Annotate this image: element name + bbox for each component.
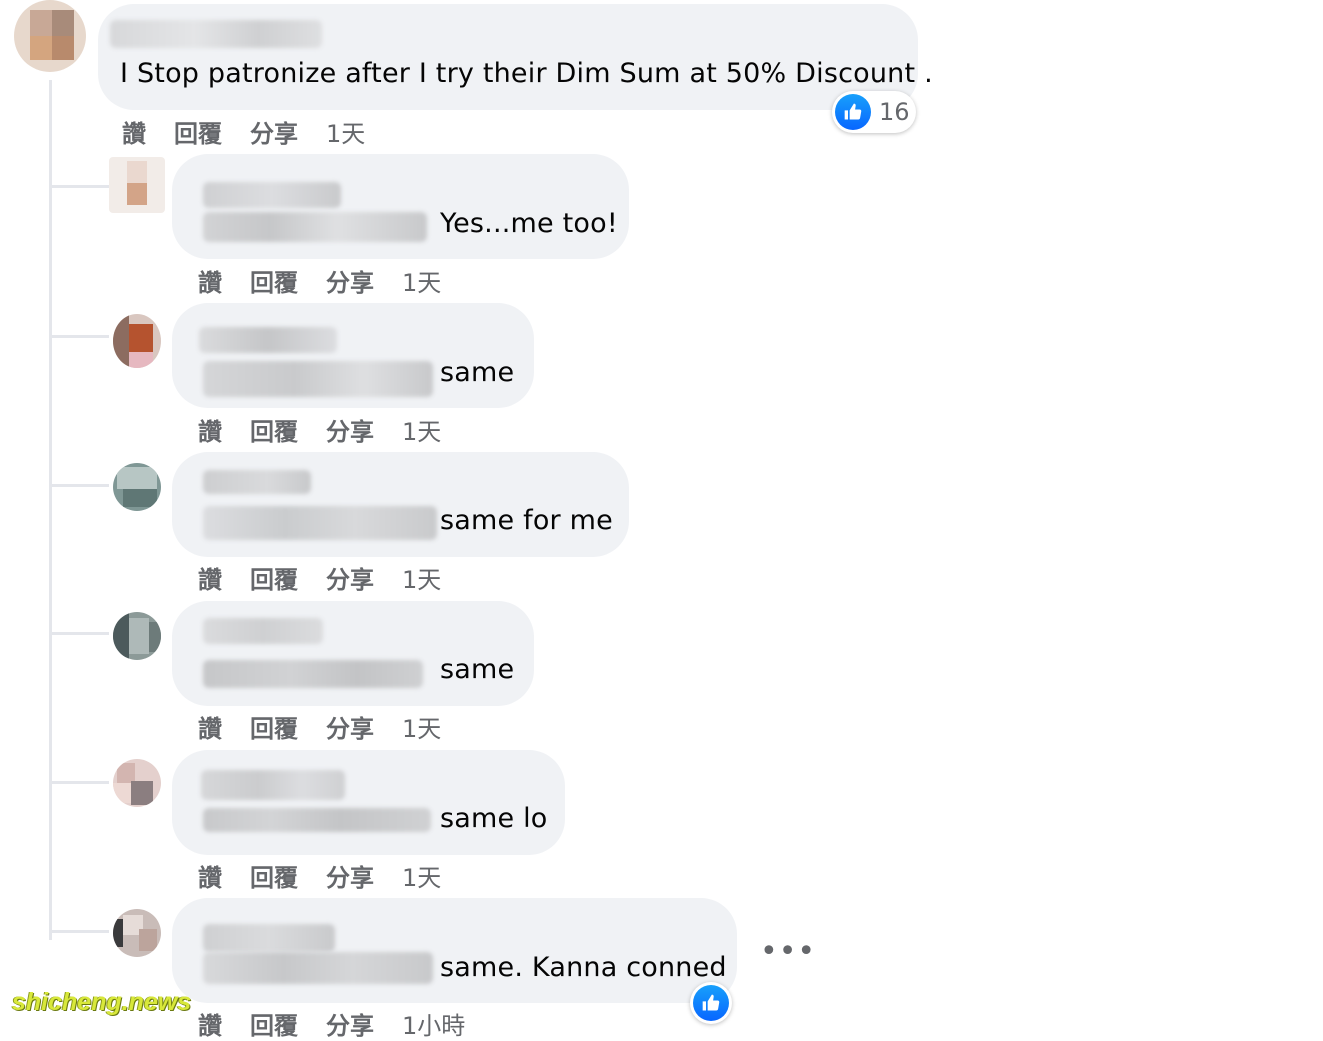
replier-name-redacted[interactable] bbox=[203, 182, 341, 208]
like-button[interactable]: 讚 bbox=[198, 858, 222, 893]
reply-button[interactable]: 回覆 bbox=[250, 412, 298, 447]
like-icon bbox=[835, 94, 871, 130]
reply-actions: 讚 回覆 分享 1天 bbox=[198, 412, 441, 447]
replier-name-redacted[interactable] bbox=[203, 470, 311, 494]
thread-branch bbox=[49, 335, 109, 338]
timestamp[interactable]: 1天 bbox=[402, 412, 441, 447]
avatar[interactable] bbox=[113, 314, 161, 368]
thread-branch bbox=[49, 185, 109, 188]
like-button[interactable]: 讚 bbox=[122, 114, 146, 149]
reply-text: same for me bbox=[440, 505, 613, 536]
share-button[interactable]: 分享 bbox=[326, 709, 374, 744]
replier-name-redacted[interactable] bbox=[199, 327, 337, 353]
thread-line bbox=[49, 80, 52, 940]
mention-redacted[interactable] bbox=[203, 952, 433, 984]
more-options-button[interactable]: ••• bbox=[760, 934, 816, 969]
timestamp[interactable]: 1小時 bbox=[402, 1006, 465, 1041]
watermark: shicheng.news bbox=[12, 988, 192, 1016]
reply-actions: 讚 回覆 分享 1天 bbox=[198, 560, 441, 595]
timestamp[interactable]: 1天 bbox=[402, 858, 441, 893]
avatar[interactable] bbox=[113, 612, 161, 660]
like-button[interactable]: 讚 bbox=[198, 263, 222, 298]
like-button[interactable]: 讚 bbox=[198, 709, 222, 744]
reply-button[interactable]: 回覆 bbox=[250, 709, 298, 744]
like-button[interactable]: 讚 bbox=[198, 560, 222, 595]
timestamp[interactable]: 1天 bbox=[402, 709, 441, 744]
replier-name-redacted[interactable] bbox=[201, 770, 345, 800]
reaction-count: 16 bbox=[879, 98, 910, 126]
reply-actions: 讚 回覆 分享 1天 bbox=[198, 858, 441, 893]
thread-branch bbox=[49, 781, 109, 784]
share-button[interactable]: 分享 bbox=[326, 1006, 374, 1041]
share-button[interactable]: 分享 bbox=[326, 858, 374, 893]
mention-redacted[interactable] bbox=[203, 212, 427, 242]
like-button[interactable]: 讚 bbox=[198, 412, 222, 447]
avatar[interactable] bbox=[113, 909, 161, 957]
timestamp[interactable]: 1天 bbox=[402, 560, 441, 595]
reply-text: same bbox=[440, 357, 515, 388]
reply-actions: 讚 回覆 分享 1天 bbox=[198, 709, 441, 744]
mention-redacted[interactable] bbox=[203, 808, 431, 832]
mention-redacted[interactable] bbox=[203, 361, 433, 397]
reply-button[interactable]: 回覆 bbox=[250, 1006, 298, 1041]
reply-button[interactable]: 回覆 bbox=[250, 858, 298, 893]
reply-text: Yes...me too! bbox=[440, 208, 618, 239]
reply-text: same bbox=[440, 654, 515, 685]
thread-branch bbox=[49, 484, 109, 487]
timestamp[interactable]: 1天 bbox=[326, 114, 365, 149]
reply-actions: 讚 回覆 分享 1天 bbox=[198, 263, 441, 298]
reply-text: same. Kanna conned bbox=[440, 952, 727, 983]
reply-text: same lo bbox=[440, 803, 548, 834]
replier-name-redacted[interactable] bbox=[203, 618, 323, 644]
reply-actions: 讚 回覆 分享 1小時 bbox=[198, 1006, 465, 1041]
avatar[interactable] bbox=[113, 463, 161, 511]
like-icon bbox=[693, 985, 729, 1021]
avatar[interactable] bbox=[113, 759, 161, 807]
replier-name-redacted[interactable] bbox=[203, 924, 335, 952]
share-button[interactable]: 分享 bbox=[326, 560, 374, 595]
reply-button[interactable]: 回覆 bbox=[250, 560, 298, 595]
like-button[interactable]: 讚 bbox=[198, 1006, 222, 1041]
timestamp[interactable]: 1天 bbox=[402, 263, 441, 298]
reaction-summary[interactable] bbox=[690, 982, 732, 1024]
reply-button[interactable]: 回覆 bbox=[250, 263, 298, 298]
commenter-name-redacted[interactable] bbox=[110, 20, 322, 48]
mention-redacted[interactable] bbox=[203, 506, 437, 540]
share-button[interactable]: 分享 bbox=[250, 114, 298, 149]
thread-branch bbox=[49, 930, 109, 933]
avatar[interactable] bbox=[109, 157, 165, 213]
comment-actions: 讚 回覆 分享 1天 bbox=[122, 114, 365, 149]
reaction-summary[interactable]: 16 bbox=[832, 91, 916, 133]
share-button[interactable]: 分享 bbox=[326, 412, 374, 447]
thread-branch bbox=[49, 632, 109, 635]
comment-text: I Stop patronize after I try their Dim S… bbox=[120, 58, 933, 89]
mention-redacted[interactable] bbox=[203, 660, 423, 688]
reply-button[interactable]: 回覆 bbox=[174, 114, 222, 149]
avatar[interactable] bbox=[14, 0, 86, 72]
share-button[interactable]: 分享 bbox=[326, 263, 374, 298]
